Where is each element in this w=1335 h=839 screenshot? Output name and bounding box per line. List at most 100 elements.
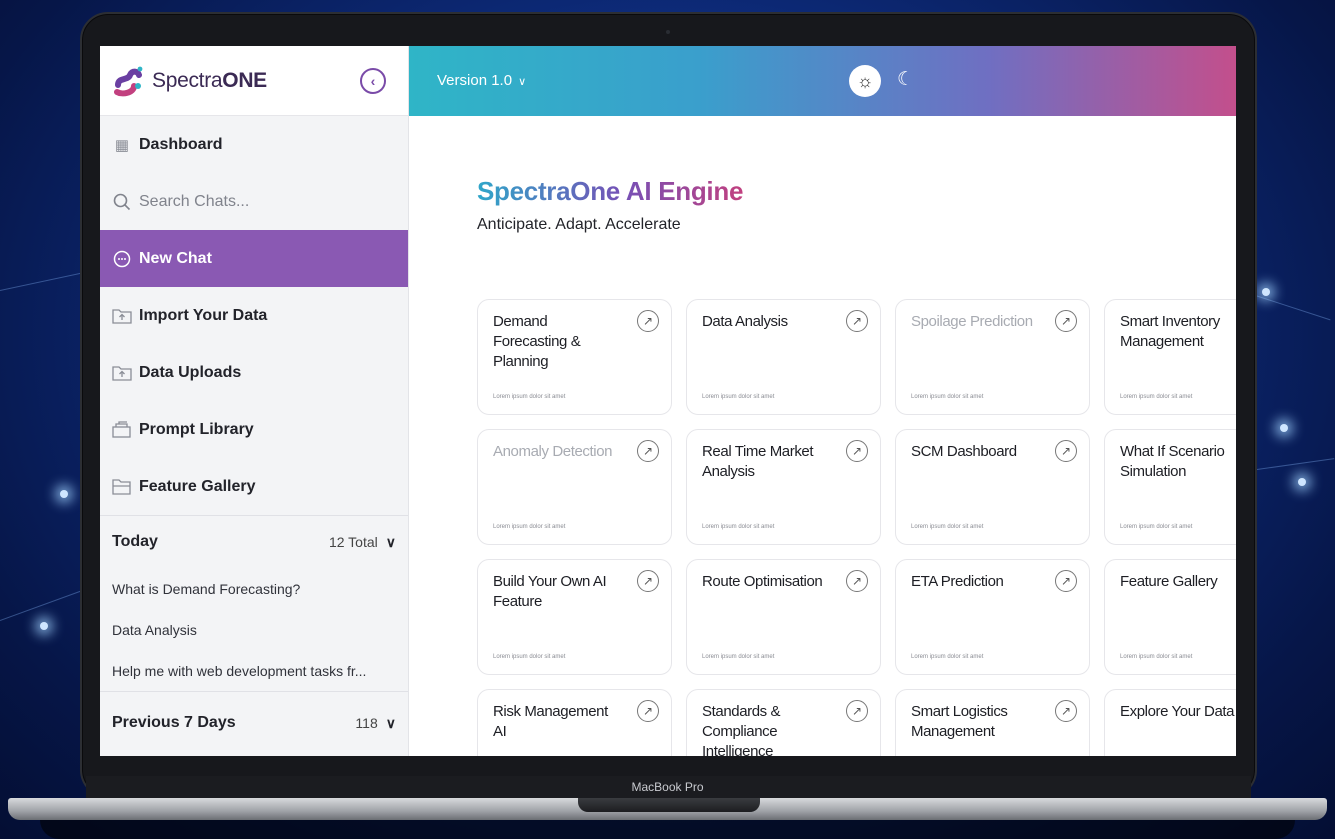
chevron-down-icon: ∨	[385, 714, 396, 731]
today-count: 12 Total ∨	[329, 534, 396, 551]
nav-new-chat[interactable]: New Chat	[100, 230, 408, 287]
feature-card[interactable]: ETA Prediction ↗ Lorem ipsum dolor sit ame…	[895, 559, 1090, 675]
collapse-sidebar-button[interactable]: ‹	[360, 68, 386, 94]
feature-card-description: Lorem ipsum dolor sit amet	[1120, 524, 1193, 530]
feature-card-description: Lorem ipsum dolor sit amet	[702, 524, 775, 530]
previous-count-label: 118	[355, 715, 378, 731]
version-dropdown[interactable]: Version 1.0 ∨	[437, 72, 526, 89]
feature-card[interactable]: Anomaly Detection ↗ Lorem ipsum dolor sit …	[477, 429, 672, 545]
feature-card-description: Lorem ipsum dolor sit amet	[911, 524, 984, 530]
arrow-up-right-icon[interactable]: ↗	[637, 440, 659, 462]
arrow-up-right-icon[interactable]: ↗	[1055, 440, 1077, 462]
glow-dot	[1262, 288, 1270, 296]
search-placeholder: Search Chats...	[139, 192, 250, 210]
feature-card-title: Spoilage Prediction	[911, 313, 1033, 330]
library-icon	[112, 421, 132, 439]
main-content: SpectraOne AI Engine Anticipate. Adapt. …	[409, 116, 1236, 756]
arrow-up-right-icon[interactable]: ↗	[846, 310, 868, 332]
gallery-folder-icon	[112, 478, 132, 496]
sun-icon: ☼	[856, 70, 874, 91]
today-header[interactable]: Today 12 Total ∨	[112, 516, 396, 568]
nav-dashboard-label: Dashboard	[139, 135, 223, 153]
chat-history-item[interactable]: Data Analysis	[112, 609, 396, 650]
chevron-down-icon: ∨	[518, 76, 527, 88]
arrow-up-right-icon[interactable]: ↗	[637, 700, 659, 722]
previous-7-days-section: Previous 7 Days 118 ∨	[100, 691, 408, 754]
arrow-up-right-icon[interactable]: ↗	[846, 570, 868, 592]
nav-data-uploads-label: Data Uploads	[139, 363, 242, 381]
today-title: Today	[112, 533, 158, 550]
nav-data-uploads[interactable]: Data Uploads	[100, 344, 408, 401]
nav-new-chat-label: New Chat	[139, 249, 212, 267]
chevron-left-icon: ‹	[370, 73, 376, 89]
laptop-notch	[578, 798, 760, 812]
arrow-up-right-icon[interactable]: ↗	[1055, 570, 1077, 592]
feature-card[interactable]: Smart Inventory Management↗Lorem ipsum d…	[1104, 299, 1236, 415]
feature-card[interactable]: Spoilage Prediction ↗ Lorem ipsum dolor si…	[895, 299, 1090, 415]
arrow-up-right-icon[interactable]: ↗	[846, 440, 868, 462]
feature-card[interactable]: SCM Dashboard ↗ Lorem ipsum dolor sit amet	[895, 429, 1090, 545]
network-line	[1249, 458, 1335, 471]
nav-feature-gallery-label: Feature Gallery	[139, 477, 256, 495]
arrow-up-right-icon[interactable]: ↗	[637, 310, 659, 332]
screen: SpectraONE ‹ ▦ Dashboard Search Chats...…	[100, 46, 1236, 756]
feature-card-title: What If Scenario Simulation	[1120, 443, 1225, 480]
moon-icon: ☾	[897, 69, 915, 90]
feature-card-description: Lorem ipsum dolor sit amet	[911, 394, 984, 400]
nav-dashboard[interactable]: ▦ Dashboard	[100, 116, 408, 173]
camera-icon	[666, 30, 670, 34]
arrow-up-right-icon[interactable]: ↗	[1055, 310, 1077, 332]
glow-dot	[1280, 424, 1288, 432]
feature-card-title: Risk Management AI	[493, 703, 608, 740]
nav-import-label: Import Your Data	[139, 306, 268, 324]
sidebar: SpectraONE ‹ ▦ Dashboard Search Chats...…	[100, 46, 409, 756]
arrow-up-right-icon[interactable]: ↗	[637, 570, 659, 592]
feature-card-title: ETA Prediction	[911, 573, 1004, 590]
feature-card-title: Standards & Compliance Intelligence	[702, 703, 781, 756]
feature-card[interactable]: What If Scenario Simulation↗Lorem ipsum …	[1104, 429, 1236, 545]
feature-card[interactable]: Data Analysis ↗ Lorem ipsum dolor sit amet	[686, 299, 881, 415]
feature-card[interactable]: Smart Logistics Management ↗	[895, 689, 1090, 756]
today-section: Today 12 Total ∨ What is Demand Forecasti…	[100, 515, 408, 691]
folder-upload-icon	[112, 307, 132, 325]
nav-prompt-library-label: Prompt Library	[139, 420, 254, 438]
feature-card[interactable]: Risk Management AI ↗	[477, 689, 672, 756]
feature-card[interactable]: Explore Your Data↗	[1104, 689, 1236, 756]
feature-card-description: Lorem ipsum dolor sit amet	[1120, 654, 1193, 660]
glow-dot	[1298, 478, 1306, 486]
feature-card[interactable]: Feature Gallery↗Lorem ipsum dolor sit am…	[1104, 559, 1236, 675]
feature-card-title: Data Analysis	[702, 313, 788, 330]
feature-card-description: Lorem ipsum dolor sit amet	[493, 394, 566, 400]
feature-card[interactable]: Route Optimisation ↗ Lorem ipsum dolor sit…	[686, 559, 881, 675]
feature-card[interactable]: Build Your Own AI Feature ↗ Lorem ipsum do…	[477, 559, 672, 675]
feature-card-title: Explore Your Data	[1120, 703, 1235, 720]
nav-feature-gallery[interactable]: Feature Gallery	[100, 458, 408, 515]
search-chats-input[interactable]: Search Chats...	[100, 173, 408, 230]
today-count-label: 12 Total	[328, 534, 378, 550]
brand-name-bold: ONE	[222, 68, 267, 92]
device-label: MacBook Pro	[631, 780, 704, 794]
search-icon	[112, 193, 132, 211]
chat-history-item[interactable]: Help me with web development tasks fr...	[112, 650, 396, 691]
previous-count: 118 ∨	[355, 715, 396, 732]
arrow-up-right-icon[interactable]: ↗	[846, 700, 868, 722]
feature-card[interactable]: Standards & Compliance Intelligence ↗	[686, 689, 881, 756]
dark-mode-button[interactable]: ☾	[897, 68, 914, 91]
dashboard-icon: ▦	[114, 136, 130, 154]
light-mode-button[interactable]: ☼	[849, 65, 881, 97]
top-bar: Version 1.0 ∨ ☼ ☾	[409, 46, 1236, 116]
feature-card-title: Anomaly Detection	[493, 443, 613, 460]
feature-card-title: SCM Dashboard	[911, 443, 1017, 460]
feature-card[interactable]: Real Time Market Analysis ↗ Lorem ipsum do…	[686, 429, 881, 545]
feature-card-title: Smart Inventory Management	[1120, 313, 1220, 350]
previous-7-days-header[interactable]: Previous 7 Days 118 ∨	[112, 692, 396, 754]
feature-card-description: Lorem ipsum dolor sit amet	[911, 654, 984, 660]
chat-history-item[interactable]: What is Demand Forecasting?	[112, 568, 396, 609]
nav-prompt-library[interactable]: Prompt Library	[100, 401, 408, 458]
version-label: Version 1.0	[437, 72, 513, 89]
arrow-up-right-icon[interactable]: ↗	[1055, 700, 1077, 722]
nav-import-your-data[interactable]: Import Your Data	[100, 287, 408, 344]
feature-card[interactable]: Demand Forecasting & Planning ↗ Lorem ipsu…	[477, 299, 672, 415]
feature-card-title: Demand Forecasting & Planning	[493, 313, 581, 370]
folder-upload-icon	[112, 364, 132, 382]
